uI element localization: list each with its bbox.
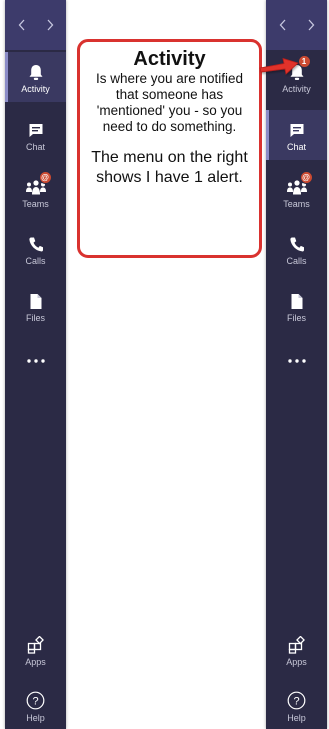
bell-icon [28,59,44,81]
mention-badge: @ [299,171,313,184]
apps-icon [288,632,306,654]
callout-title: Activity [133,48,206,70]
rail-item-teams[interactable]: @ Teams [266,167,327,217]
rail-item-label: Teams [22,199,49,209]
rail-item-label: Chat [25,142,45,152]
file-icon [290,288,304,310]
rail-item-label: Help [287,713,306,723]
rail-item-files[interactable]: Files [266,281,327,331]
rail-item-label: Files [25,313,45,323]
rail-item-label: Activity [282,84,311,94]
callout-alert-note: The menu on the right shows I have 1 ale… [91,149,248,186]
rail-item-label: Teams [283,199,310,209]
rail-item-activity[interactable]: Activity [5,52,66,102]
teams-icon: @ [25,171,52,196]
more-apps-button[interactable] [5,349,66,373]
phone-icon [28,231,44,253]
rail-item-calls[interactable]: Calls [5,224,66,274]
rail-item-label: Chat [286,142,306,152]
rail-item-label: Calls [286,256,307,266]
phone-icon [289,231,305,253]
rail-item-apps[interactable]: Apps [266,625,327,675]
rail-item-help[interactable]: ? Help [266,681,327,729]
back-arrow-icon[interactable] [276,15,290,35]
rail-item-label: Calls [25,256,46,266]
nav-arrows [266,0,327,50]
activity-callout: Activity Is where you are notified that … [77,39,262,258]
more-apps-button[interactable] [266,349,327,373]
left-app-rail: Activity Chat @ Teams Calls Files Apps ?… [5,0,66,729]
rail-item-label: Activity [21,84,50,94]
rail-item-files[interactable]: Files [5,281,66,331]
right-app-rail: 1 Activity Chat @ Teams Calls Files Apps… [266,0,327,729]
rail-item-chat[interactable]: Chat [5,110,66,160]
svg-text:?: ? [293,696,299,708]
rail-item-chat[interactable]: Chat [266,110,327,160]
chat-icon [289,117,305,139]
rail-item-teams[interactable]: @ Teams [5,167,66,217]
back-arrow-icon[interactable] [15,15,29,35]
forward-arrow-icon[interactable] [43,15,57,35]
file-icon [29,288,43,310]
rail-item-label: Files [286,313,306,323]
ellipsis-icon [26,359,45,363]
chat-icon [28,117,44,139]
teams-icon: @ [286,171,313,196]
rail-item-help[interactable]: ? Help [5,681,66,729]
svg-text:?: ? [32,696,38,708]
page: Activity Chat @ Teams Calls Files Apps ?… [0,0,329,729]
forward-arrow-icon[interactable] [304,15,318,35]
help-icon: ? [26,688,45,710]
red-arrow-icon [259,57,299,75]
rail-item-label: Help [26,713,45,723]
mention-badge: @ [38,171,52,184]
apps-icon [27,632,45,654]
ellipsis-icon [287,359,306,363]
nav-arrows [5,0,66,50]
rail-item-label: Apps [286,657,307,667]
rail-item-calls[interactable]: Calls [266,224,327,274]
rail-item-apps[interactable]: Apps [5,625,66,675]
callout-body: Is where you are notified that someone h… [95,71,244,134]
rail-item-label: Apps [25,657,46,667]
help-icon: ? [287,688,306,710]
